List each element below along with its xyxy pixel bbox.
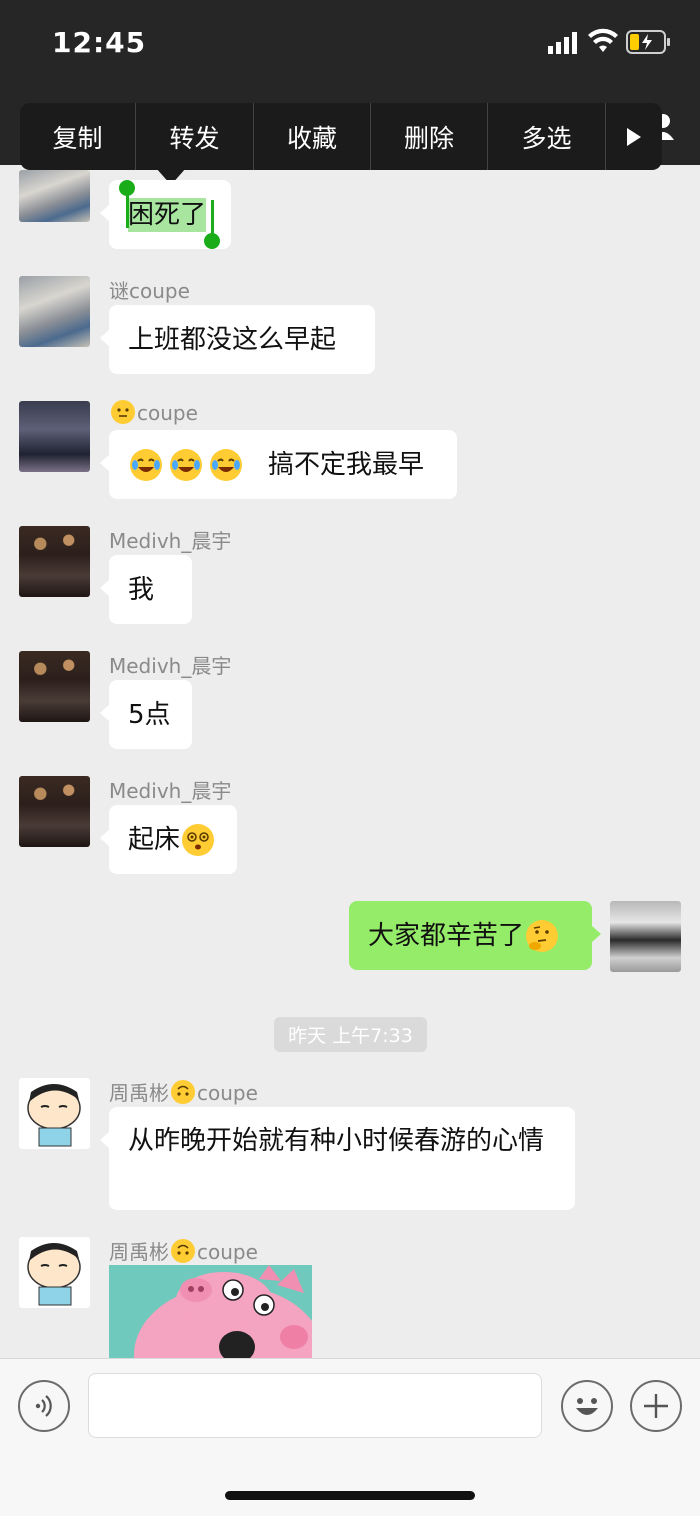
message-bubble[interactable]: 从昨晚开始就有种小时候春游的心情 xyxy=(100,1107,575,1210)
sender-name-text: 周禹彬 xyxy=(109,1240,169,1264)
message-bubble[interactable]: 搞不定我最早 xyxy=(100,430,457,499)
sender-name-suffix: coupe xyxy=(197,1081,258,1105)
message-text: 5点 xyxy=(128,699,171,730)
plus-icon xyxy=(644,1394,668,1418)
upside-down-face-icon xyxy=(171,1239,195,1263)
message-text: 大家都辛苦了 xyxy=(368,920,525,951)
battery-icon xyxy=(626,30,670,54)
multi-select-menu-item[interactable]: 多选 xyxy=(488,103,606,170)
selected-text: 困死了 xyxy=(128,197,207,232)
more-plus-button[interactable] xyxy=(630,1380,682,1432)
copy-menu-item[interactable]: 复制 xyxy=(20,103,136,170)
favorite-menu-item[interactable]: 收藏 xyxy=(254,103,371,170)
timestamp: 昨天 上午7:33 xyxy=(274,1017,427,1052)
wifi-icon xyxy=(588,28,618,52)
message-text: 起床 xyxy=(128,824,181,855)
self-message-bubble[interactable]: 大家都辛苦了 xyxy=(349,901,601,970)
avatar[interactable] xyxy=(19,1237,90,1308)
sender-name: 周禹彬 coupe xyxy=(109,1077,258,1106)
sender-name-text: coupe xyxy=(137,401,198,425)
laugh-tears-icon xyxy=(210,448,242,481)
message-text: 从昨晚开始就有种小时候春游的心情 xyxy=(128,1126,545,1156)
sender-name: Medivh_晨宇 xyxy=(109,529,232,553)
message-text: 我 xyxy=(128,574,155,605)
message-bubble[interactable]: 上班都没这么早起 xyxy=(100,305,375,374)
voice-icon xyxy=(35,1395,52,1417)
home-indicator xyxy=(225,1491,475,1500)
avatar[interactable] xyxy=(19,776,90,847)
signal-icon xyxy=(548,32,577,54)
delete-menu-item[interactable]: 删除 xyxy=(371,103,488,170)
voice-button[interactable] xyxy=(18,1380,70,1432)
sender-name: coupe xyxy=(109,400,198,425)
avatar[interactable] xyxy=(19,526,90,597)
avatar[interactable] xyxy=(19,1078,90,1149)
upside-down-face-icon xyxy=(171,1080,195,1104)
self-avatar[interactable] xyxy=(610,901,681,972)
avatar[interactable] xyxy=(19,276,90,347)
message-bubble[interactable]: 起床 xyxy=(100,805,237,874)
emoji-face-icon xyxy=(576,1398,598,1415)
slightly-smiling-face-icon xyxy=(111,400,135,424)
sender-name: Medivh_晨宇 xyxy=(109,779,232,803)
message-bubble[interactable]: 我 xyxy=(100,555,192,624)
sender-name: Medivh_晨宇 xyxy=(109,654,232,678)
sender-name-text: 周禹彬 xyxy=(109,1081,169,1105)
avatar[interactable] xyxy=(19,651,90,722)
avatar[interactable] xyxy=(19,401,90,472)
selection-start-bar xyxy=(126,194,129,228)
avatar[interactable] xyxy=(19,170,90,222)
message-text: 搞不定我最早 xyxy=(268,449,425,480)
forward-menu-item[interactable]: 转发 xyxy=(136,103,254,170)
message-input[interactable] xyxy=(88,1373,542,1438)
sender-name: 周禹彬 coupe xyxy=(109,1236,258,1265)
message-context-menu: 复制 转发 收藏 删除 多选 xyxy=(20,103,662,170)
thinking-face-icon xyxy=(526,919,559,952)
play-arrow-icon xyxy=(627,127,641,146)
sender-name: 谜coupe xyxy=(109,279,190,303)
peppa-pig-sticker[interactable] xyxy=(109,1265,312,1358)
selection-end-bar xyxy=(211,200,214,234)
sender-name-suffix: coupe xyxy=(197,1240,258,1264)
more-menu-button[interactable] xyxy=(606,103,662,170)
message-bubble[interactable]: 5点 xyxy=(100,680,192,749)
status-time: 12:45 xyxy=(52,26,147,59)
selection-end-handle[interactable] xyxy=(204,233,220,249)
laugh-tears-icon xyxy=(130,448,162,481)
emoji-button[interactable] xyxy=(561,1380,613,1432)
laugh-tears-icon xyxy=(170,448,202,481)
message-text: 上班都没这么早起 xyxy=(128,324,337,355)
dizzy-face-icon xyxy=(182,823,215,856)
